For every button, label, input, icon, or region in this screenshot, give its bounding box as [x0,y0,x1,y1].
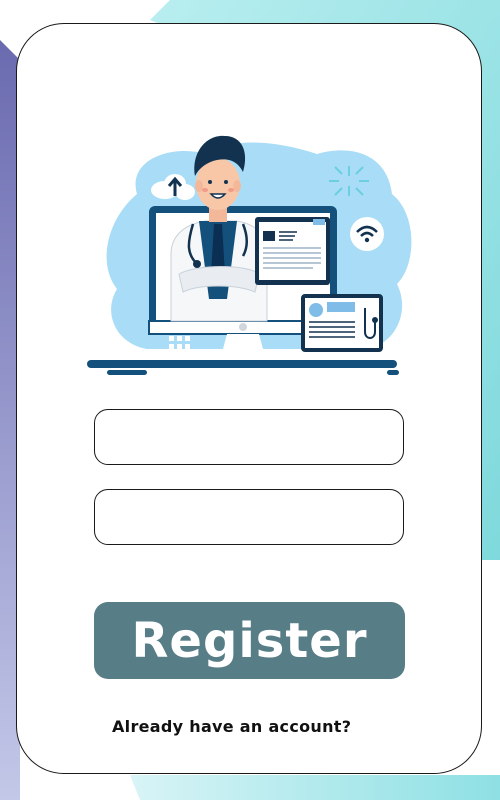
register-button[interactable]: Register [94,602,405,679]
doctor-telemedicine-illustration [87,135,412,375]
input-field-2[interactable] [94,489,404,545]
login-link[interactable]: Already have an account? [112,717,351,736]
register-card: Register Already have an account? [16,23,482,774]
input-field-1[interactable] [94,409,404,465]
